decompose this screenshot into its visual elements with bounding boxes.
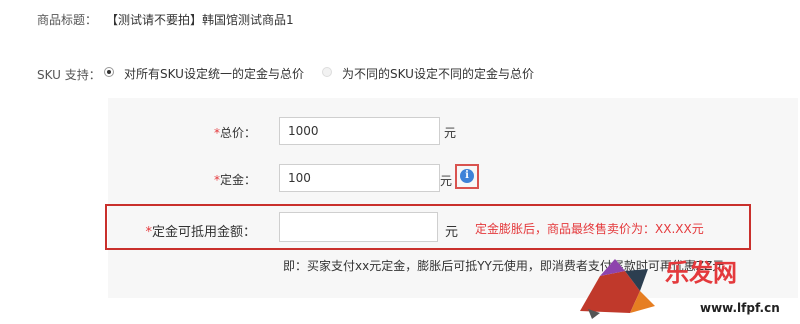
product-title-value: 【测试请不要拍】韩国馆测试商品1 xyxy=(106,13,294,27)
sku-support-label: SKU 支持： xyxy=(37,68,101,82)
deposit-input[interactable] xyxy=(279,164,440,192)
watermark: 乐发网 www.lfpf.cn xyxy=(570,251,800,321)
deductible-input[interactable] xyxy=(279,212,438,242)
deductible-hint: 定金膨胀后，商品最终售卖价为：XX.XX元 xyxy=(475,222,704,236)
deductible-label: *定金可抵用金额： xyxy=(145,225,256,240)
radio-unselected[interactable] xyxy=(322,67,332,77)
watermark-url: www.lfpf.cn xyxy=(700,301,780,315)
sku-option-unified[interactable]: 对所有SKU设定统一的定金与总价 xyxy=(104,64,319,81)
total-price-unit: 元 xyxy=(444,126,457,140)
deposit-unit: 元 xyxy=(440,174,453,188)
sku-option-unified-label: 对所有SKU设定统一的定金与总价 xyxy=(124,67,304,81)
sku-option-per-sku[interactable]: 为不同的SKU设定不同的定金与总价 xyxy=(322,64,552,81)
sku-option-per-sku-label: 为不同的SKU设定不同的定金与总价 xyxy=(342,67,534,81)
deductible-unit: 元 xyxy=(445,225,459,240)
total-price-label: *总价： xyxy=(213,126,256,140)
product-title-label: 商品标题： xyxy=(37,13,98,27)
radio-selected[interactable] xyxy=(104,67,114,77)
total-price-input[interactable] xyxy=(279,117,440,145)
info-icon[interactable]: i xyxy=(460,169,474,183)
watermark-brand: 乐发网 xyxy=(665,258,737,287)
deposit-label: *定金： xyxy=(213,173,256,187)
